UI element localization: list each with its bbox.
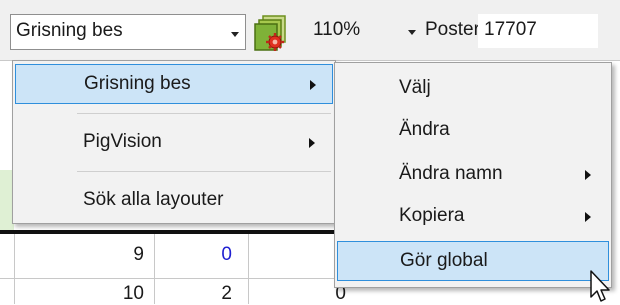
menu-item-label: Grisning bes [84,73,191,94]
menu-item-kopiera[interactable]: Kopiera [337,197,609,237]
menu-item-pigvision[interactable]: PigVision [15,123,333,163]
menu-separator [77,113,331,114]
layout-select[interactable]: Grisning bes [10,14,246,50]
zoom-dropdown-icon[interactable] [408,30,416,35]
layout-submenu: Välj Ändra Ändra namn Kopiera Gör global [334,62,612,288]
posts-label: Poster [425,19,480,40]
menu-item-andra[interactable]: Ändra [337,111,609,151]
menu-item-andra-namn[interactable]: Ändra namn [337,155,609,195]
menu-item-label: Sök alla layouter [83,189,224,210]
submenu-arrow-icon [585,170,591,180]
submenu-arrow-icon [310,80,316,90]
submenu-arrow-icon [585,212,591,222]
table-cell[interactable]: 2 [172,283,232,305]
grid-column-divider [154,234,155,304]
submenu-arrow-icon [309,138,315,148]
table-cell[interactable]: 10 [84,283,144,305]
zoom-value[interactable]: 110% [313,19,360,41]
grid-header-border [0,230,336,234]
layout-menu: Grisning bes PigVision Sök alla layouter [12,60,336,224]
toolbar: Grisning bes 110% Poster 17707 [0,0,620,60]
menu-item-valj[interactable]: Välj [337,69,609,109]
table-cell[interactable]: 0 [172,244,232,266]
menu-item-label: Ändra [399,119,450,140]
mouse-pointer-icon [590,270,610,302]
menu-separator [77,171,331,172]
posts-count-field: 17707 [478,14,598,48]
menu-item-gor-global[interactable]: Gör global [337,241,609,281]
menu-item-label: Kopiera [399,205,465,226]
chevron-down-icon[interactable] [231,32,239,37]
posts-count-value: 17707 [484,19,537,40]
menu-item-label: PigVision [83,131,162,152]
layout-select-value: Grisning bes [16,20,123,41]
grid-column-divider [248,234,249,304]
grid-row-divider [0,278,336,279]
menu-item-label: Välj [399,77,431,98]
grid-column-divider [14,234,15,304]
menu-item-label: Gör global [400,250,488,271]
menu-item-label: Ändra namn [399,163,503,184]
menu-item-sok-alla-layouter[interactable]: Sök alla layouter [15,181,333,221]
layout-settings-icon[interactable] [254,14,288,52]
table-cell[interactable]: 9 [84,244,144,266]
menu-item-grisning-bes[interactable]: Grisning bes [15,64,333,104]
